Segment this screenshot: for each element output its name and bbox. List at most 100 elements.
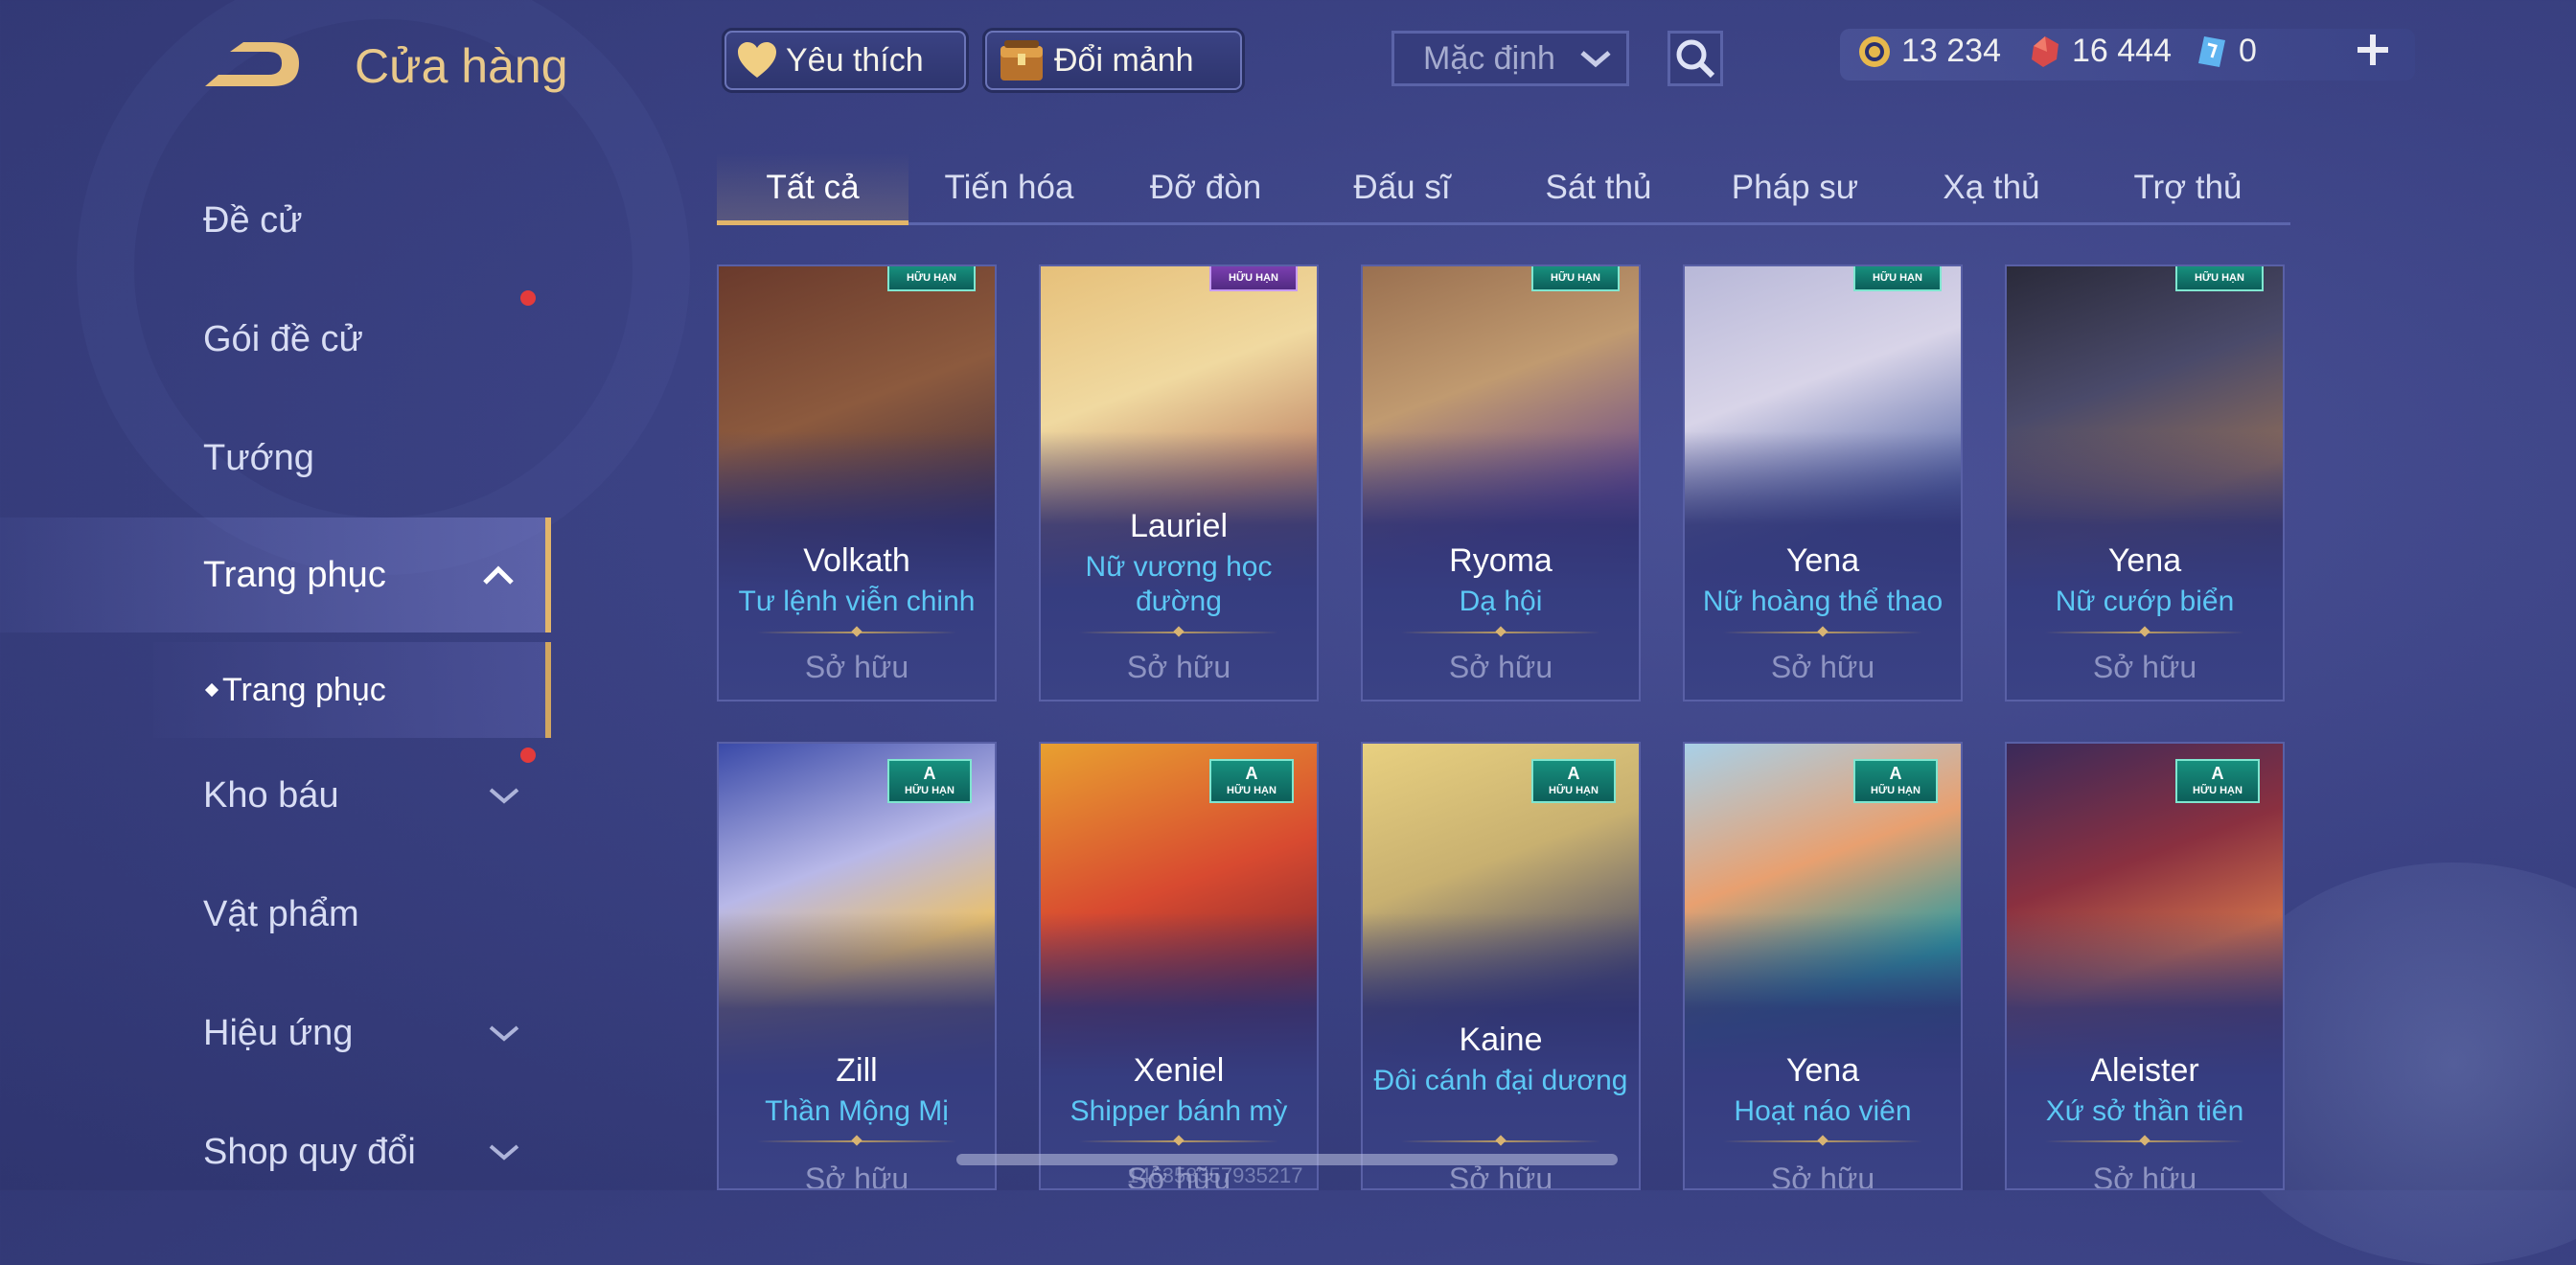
card-divider xyxy=(1723,632,1922,633)
bullet-icon xyxy=(204,682,219,698)
skin-card[interactable]: A HỮU HẠN Zill Thần Mộng Mị Sở hữu xyxy=(717,742,997,1190)
skin-card[interactable]: A HỮU HẠN Xeniel Shipper bánh mỳ Sở hữu xyxy=(1039,742,1319,1190)
skin-name: Thần Mộng Mị xyxy=(765,1095,949,1127)
limited-grade-badge: A HỮU HẠN xyxy=(2175,759,2260,803)
tab-support[interactable]: Trợ thủ xyxy=(2092,153,2284,222)
skin-card[interactable]: A HỮU HẠN Yena Hoạt náo viên Sở hữu xyxy=(1683,742,1963,1190)
card-divider xyxy=(1079,1140,1278,1142)
skin-card[interactable]: A HỮU HẠN Kaine Đôi cánh đại dương Sở hữu xyxy=(1361,742,1641,1190)
search-button[interactable] xyxy=(1668,31,1723,86)
tab-marksman[interactable]: Xạ thủ xyxy=(1896,153,2087,222)
skin-card[interactable]: HỮU HẠN Yena Nữ hoàng thể thao Sở hữu xyxy=(1683,264,1963,702)
skin-card[interactable]: A HỮU HẠN Aleister Xứ sở thần tiên Sở hữu xyxy=(2005,742,2285,1190)
skin-name: Đôi cánh đại dương xyxy=(1373,1065,1628,1096)
sidebar-subitem-label: Trang phục xyxy=(222,671,386,708)
limited-badge: HỮU HẠN xyxy=(887,266,976,291)
card-divider xyxy=(1079,632,1278,633)
limited-grade-badge: A HỮU HẠN xyxy=(1853,759,1938,803)
treasure-chest-icon xyxy=(1000,40,1043,80)
hero-name: Yena xyxy=(1785,1052,1860,1089)
user-id-watermark: 146358357935217 xyxy=(1127,1163,1303,1187)
skin-name: Nữ cướp biển xyxy=(2055,586,2235,617)
favorite-label: Yêu thích xyxy=(786,41,924,79)
hero-name: Kaine xyxy=(1459,1022,1543,1058)
owned-status: Sở hữu xyxy=(1126,650,1231,684)
limited-label: HỮU HẠN xyxy=(2193,785,2242,796)
grade-label: A xyxy=(1245,764,1258,783)
card-divider xyxy=(1401,1140,1600,1142)
owned-status: Sở hữu xyxy=(804,1162,909,1190)
exchange-fragments-button[interactable]: Đổi mảnh xyxy=(985,31,1242,90)
sidebar-item-exchange-shop[interactable]: Shop quy đổi xyxy=(0,1094,551,1209)
skin-card[interactable]: HỮU HẠN Yena Nữ cướp biển Sở hữu xyxy=(2005,264,2285,702)
sidebar: Đề cử Gói đề cử Tướng Trang phục Trang p… xyxy=(0,163,556,1190)
owned-status: Sở hữu xyxy=(1448,1162,1553,1190)
card-divider xyxy=(1723,1140,1922,1142)
sidebar-item-skins[interactable]: Trang phục xyxy=(0,518,551,632)
back-button[interactable] xyxy=(201,36,307,94)
skin-name: Xứ sở thần tiên xyxy=(2045,1095,2244,1127)
hero-name: Aleister xyxy=(2090,1052,2199,1089)
sidebar-item-items[interactable]: Vật phẩm xyxy=(0,857,551,972)
skin-card[interactable]: HỮU HẠN Lauriel Nữ vương học đường Sở hữ… xyxy=(1039,264,1319,702)
grade-label: A xyxy=(923,764,936,783)
chevron-down-icon xyxy=(489,1025,519,1042)
gold-amount: 13 234 xyxy=(1901,33,2001,69)
limited-badge: HỮU HẠN xyxy=(1531,266,1620,291)
card-divider xyxy=(757,632,956,633)
card-shade xyxy=(1685,912,1961,1188)
chevron-down-icon xyxy=(1580,51,1611,68)
ruby-amount: 16 444 xyxy=(2072,33,2172,69)
favorite-button[interactable]: Yêu thích xyxy=(724,31,966,90)
limited-grade-badge: A HỮU HẠN xyxy=(1209,759,1294,803)
sidebar-item-label: Gói đề cử xyxy=(203,318,363,359)
add-currency-button[interactable] xyxy=(2348,27,2398,77)
limited-label: HỮU HẠN xyxy=(905,785,954,796)
hero-name: Ryoma xyxy=(1449,542,1552,579)
sort-value: Mặc định xyxy=(1423,39,1555,77)
search-icon xyxy=(1676,39,1715,79)
hero-name: Xeniel xyxy=(1133,1052,1225,1089)
sidebar-item-label: Trang phục xyxy=(203,554,386,595)
plus-icon xyxy=(2358,34,2388,65)
tab-all[interactable]: Tất cả xyxy=(717,153,908,225)
tab-evolution[interactable]: Tiến hóa xyxy=(913,153,1105,222)
tab-fighter[interactable]: Đấu sĩ xyxy=(1306,153,1498,222)
sidebar-item-effects[interactable]: Hiệu ứng xyxy=(0,976,551,1091)
grade-label: A xyxy=(1889,764,1902,783)
card-divider xyxy=(2045,1140,2244,1142)
owned-status: Sở hữu xyxy=(2092,650,2197,684)
sidebar-subitem-skins[interactable]: Trang phục xyxy=(153,642,551,738)
skin-card[interactable]: HỮU HẠN Ryoma Dạ hội Sở hữu xyxy=(1361,264,1641,702)
tab-mage[interactable]: Pháp sư xyxy=(1699,153,1891,222)
card-divider xyxy=(1401,632,1600,633)
notification-dot xyxy=(520,290,536,306)
limited-label: HỮU HẠN xyxy=(1549,785,1598,796)
limited-label: HỮU HẠN xyxy=(1227,785,1276,796)
owned-status: Sở hữu xyxy=(1770,650,1875,684)
page-title: Cửa hàng xyxy=(355,39,568,93)
hero-name: Lauriel xyxy=(1129,508,1229,544)
sidebar-item-heroes[interactable]: Tướng xyxy=(0,401,551,516)
voucher-amount: 0 xyxy=(2239,33,2257,69)
sidebar-item-recommended[interactable]: Đề cử xyxy=(0,163,551,278)
sidebar-item-label: Kho báu xyxy=(203,774,339,816)
skin-card[interactable]: HỮU HẠN Volkath Tư lệnh viễn chinh Sở hữ… xyxy=(717,264,997,702)
card-shade xyxy=(2007,912,2283,1188)
back-arrow-icon xyxy=(205,42,299,86)
card-divider xyxy=(2045,632,2244,633)
heart-icon xyxy=(738,42,776,78)
sidebar-item-label: Tướng xyxy=(203,437,314,478)
sort-dropdown[interactable]: Mặc định xyxy=(1392,31,1629,86)
skin-name: Dạ hội xyxy=(1459,586,1543,617)
hero-name: Volkath xyxy=(803,542,910,579)
hero-name: Yena xyxy=(2107,542,2182,579)
sidebar-item-treasure[interactable]: Kho báu xyxy=(0,738,551,853)
sidebar-item-recommended-packs[interactable]: Gói đề cử xyxy=(0,282,551,397)
hero-name: Yena xyxy=(1785,542,1860,579)
tab-tank[interactable]: Đỡ đòn xyxy=(1110,153,1301,222)
tab-assassin[interactable]: Sát thủ xyxy=(1503,153,1694,222)
skin-name: Nữ vương học đường xyxy=(1085,551,1273,617)
gold-currency: 13 234 xyxy=(1857,33,2001,70)
owned-status: Sở hữu xyxy=(1448,650,1553,684)
